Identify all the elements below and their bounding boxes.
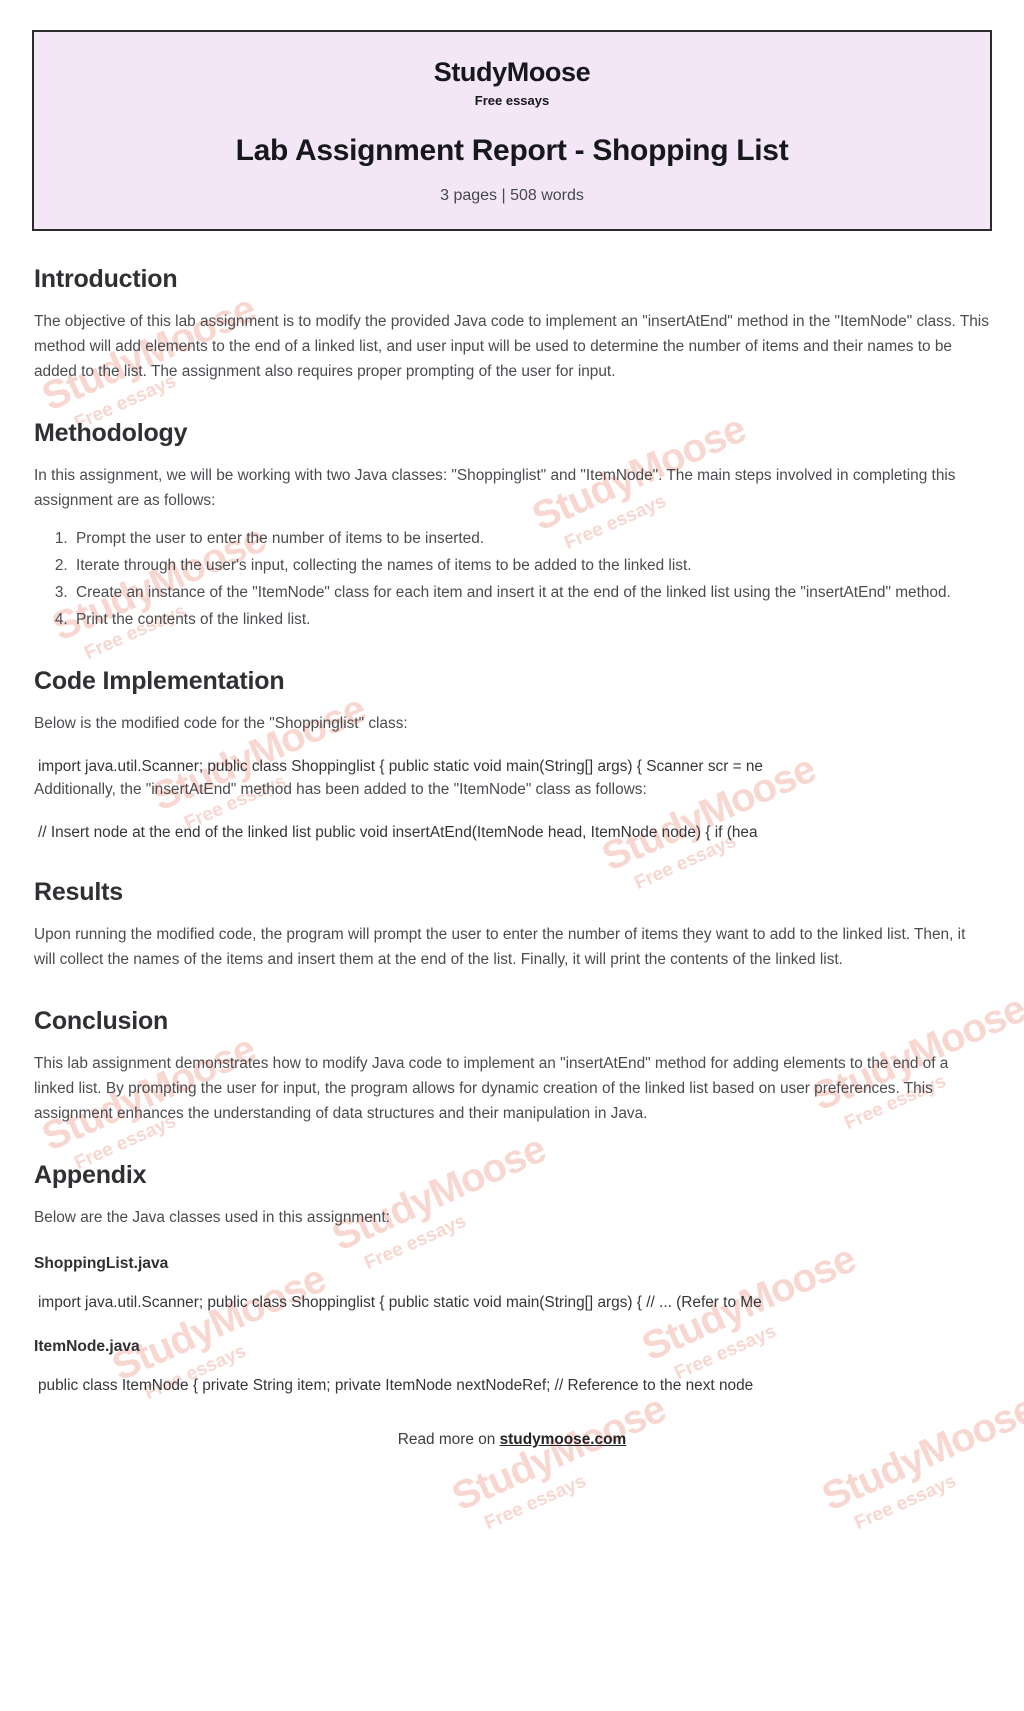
code-block-shoppinglist: import java.util.Scanner; public class S… [38, 758, 763, 776]
filename-itemnode-java: ItemNode.java [34, 1338, 140, 1356]
paragraph-results: Upon running the modified code, the prog… [34, 926, 966, 969]
footer-prefix: Read more on [397, 1431, 500, 1449]
document-body: Introduction The objective of this lab a… [34, 265, 990, 1472]
brand-name: StudyMoose [433, 57, 591, 87]
heading-introduction: Introduction [34, 264, 178, 293]
document-meta: 3 pages | 508 words [440, 186, 584, 204]
list-item: Print the contents of the linked list. [72, 608, 990, 633]
code-block-insertatend: // Insert node at the end of the linked … [38, 824, 758, 842]
paragraph-appendix: Below are the Java classes used in this … [34, 1209, 390, 1227]
paragraph-code-additional: Additionally, the "insertAtEnd" method h… [34, 781, 647, 799]
heading-methodology: Methodology [34, 418, 188, 447]
paragraph-conclusion: This lab assignment demonstrates how to … [34, 1055, 949, 1123]
page-title: Lab Assignment Report - Shopping List [235, 133, 789, 167]
document-header-card: StudyMoose Free essays Lab Assignment Re… [32, 30, 992, 231]
heading-conclusion: Conclusion [34, 1007, 169, 1036]
studymoose-link[interactable]: studymoose.com [500, 1431, 627, 1448]
paragraph-code-intro: Below is the modified code for the "Shop… [34, 715, 408, 733]
heading-results: Results [34, 878, 123, 907]
footer: Read more on studymoose.com [34, 1431, 990, 1471]
document-page: StudyMoose Free essays Lab Assignment Re… [0, 30, 1024, 1471]
filename-shoppinglist-java: ShoppingList.java [34, 1255, 169, 1273]
brand-tagline: Free essays [474, 92, 550, 108]
list-item: Iterate through the user's input, collec… [72, 554, 990, 579]
list-item: Prompt the user to enter the number of i… [72, 527, 990, 552]
code-block-appendix-shoppinglist: import java.util.Scanner; public class S… [38, 1294, 762, 1312]
heading-appendix: Appendix [34, 1161, 147, 1190]
list-item: Create an instance of the "ItemNode" cla… [72, 581, 990, 606]
methodology-steps-list: Prompt the user to enter the number of i… [34, 527, 990, 633]
heading-code-implementation: Code Implementation [34, 667, 285, 696]
paragraph-introduction: The objective of this lab assignment is … [34, 312, 989, 380]
code-block-appendix-itemnode: public class ItemNode { private String i… [38, 1377, 754, 1395]
paragraph-methodology: In this assignment, we will be working w… [34, 466, 956, 509]
